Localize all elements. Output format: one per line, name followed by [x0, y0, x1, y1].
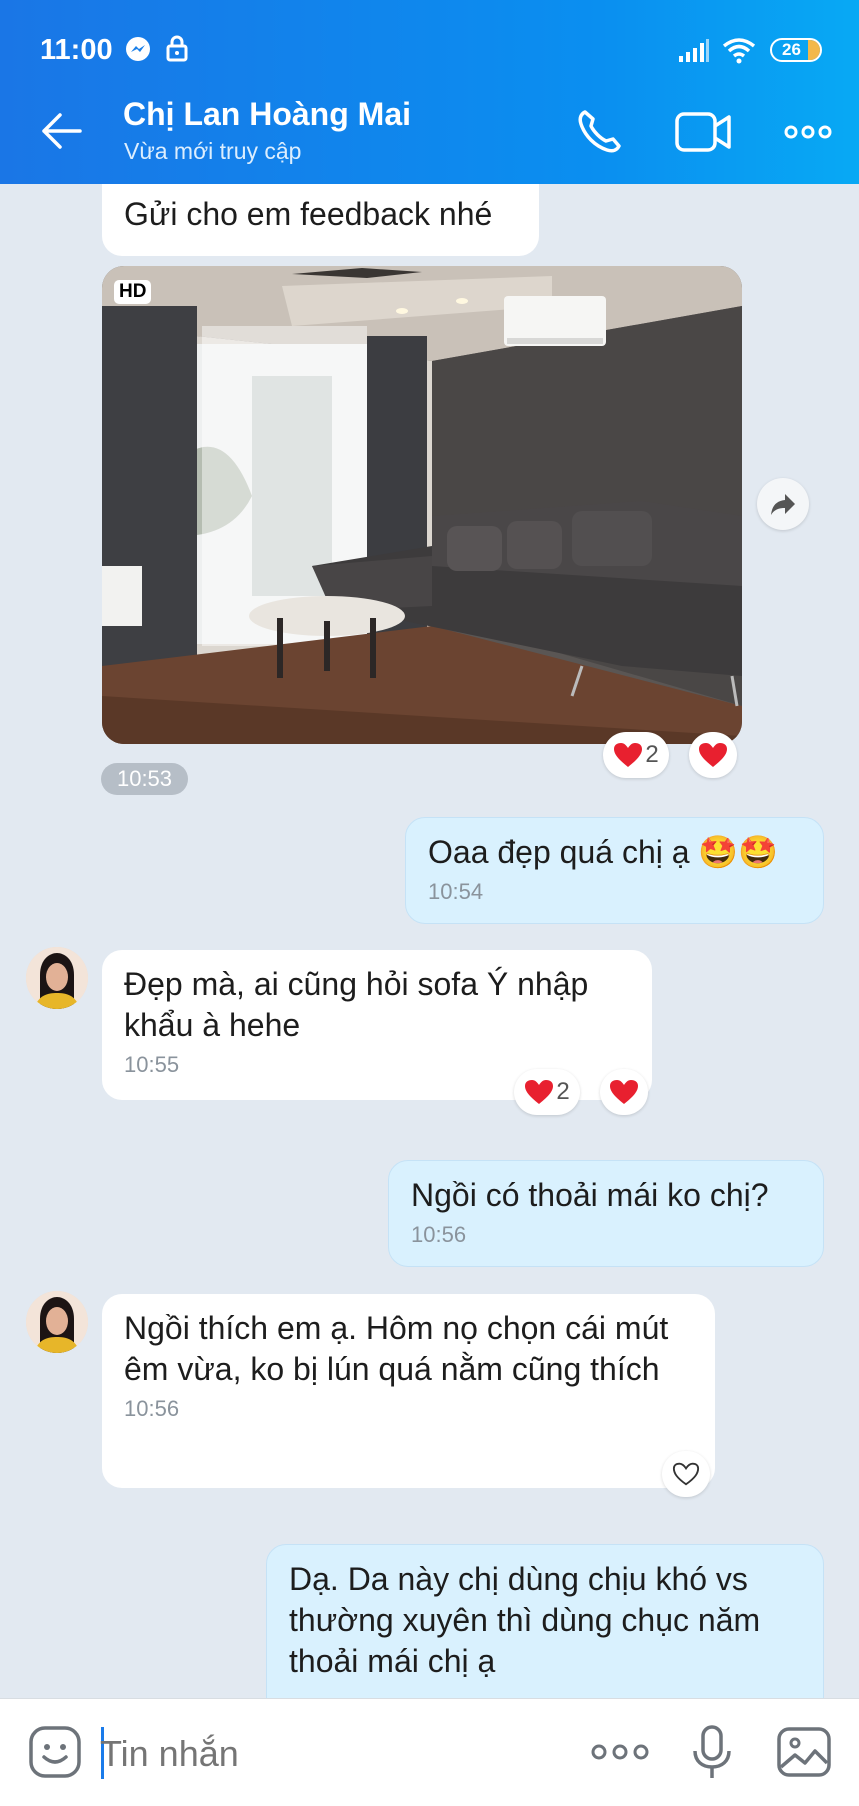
image-icon[interactable]	[775, 1723, 833, 1781]
avatar[interactable]	[26, 1291, 88, 1353]
reaction-summary[interactable]: 2	[603, 732, 669, 778]
outgoing-message[interactable]: Ngồi có thoải mái ko chị? 10:56	[388, 1160, 824, 1267]
signal-icon	[679, 39, 709, 62]
message-time: 10:54	[428, 879, 484, 904]
back-arrow-icon[interactable]	[36, 106, 86, 156]
heart-outline-icon	[672, 1462, 700, 1486]
sticker-icon[interactable]	[26, 1723, 84, 1781]
messenger-icon	[126, 37, 150, 61]
contact-name[interactable]: Chị Lan Hoàng Mai	[123, 96, 411, 133]
wifi-icon	[722, 38, 756, 64]
status-time: 11:00	[40, 34, 113, 66]
top-bar: 11:00 26 Chị Lan Hoàng Mai Vừa mới truy …	[0, 0, 859, 184]
presence-status: Vừa mới truy cập	[124, 138, 302, 164]
avatar[interactable]	[26, 947, 88, 1009]
message-text: Gửi cho em feedback nhé	[124, 196, 493, 232]
message-text: Dạ. Da này chị dùng chịu khó vs thường x…	[289, 1561, 761, 1679]
video-icon[interactable]	[674, 106, 734, 158]
photo-time: 10:53	[101, 763, 188, 795]
more-icon[interactable]	[784, 106, 832, 158]
living-room-photo	[102, 266, 742, 744]
message-text: Ngồi có thoải mái ko chị?	[411, 1177, 769, 1213]
message-text: Oaa đẹp quá chị ạ 🤩🤩	[428, 834, 779, 870]
composer-bar	[0, 1698, 859, 1806]
message-text: Đẹp mà, ai cũng hỏi sofa Ý nhập khẩu à h…	[124, 966, 589, 1043]
chat-header: Chị Lan Hoàng Mai Vừa mới truy cập	[0, 80, 859, 184]
share-icon	[771, 494, 795, 515]
heart-icon	[699, 743, 727, 767]
incoming-message[interactable]: Ngồi thích em ạ. Hôm nọ chọn cái mút êm …	[102, 1294, 715, 1488]
react-button[interactable]	[689, 732, 737, 778]
phone-icon[interactable]	[573, 106, 629, 158]
reaction-count: 2	[645, 741, 659, 768]
more-options-icon[interactable]	[589, 1723, 651, 1781]
battery-level: 26	[782, 40, 801, 59]
status-bar: 11:00 26	[0, 0, 859, 80]
photo-message[interactable]: HD	[102, 266, 742, 744]
share-button[interactable]	[757, 478, 809, 530]
react-button[interactable]	[662, 1451, 710, 1497]
incoming-message[interactable]: Gửi cho em feedback nhé	[102, 184, 539, 256]
reaction-count: 2	[556, 1078, 570, 1105]
lock-icon	[166, 35, 188, 62]
mic-icon[interactable]	[688, 1723, 736, 1781]
heart-icon	[610, 1080, 638, 1104]
chat-area[interactable]: Gửi cho em feedback nhé HD 2 10:53 Oaa đ…	[0, 184, 859, 1698]
heart-icon	[614, 743, 643, 767]
react-button[interactable]	[600, 1069, 648, 1115]
hd-badge: HD	[114, 280, 152, 304]
battery-icon: 26	[770, 38, 822, 62]
message-time: 10:56	[124, 1396, 180, 1421]
reaction-summary[interactable]: 2	[514, 1069, 580, 1115]
outgoing-message[interactable]: Oaa đẹp quá chị ạ 🤩🤩 10:54	[405, 817, 824, 924]
heart-icon	[525, 1080, 554, 1104]
message-time: 10:56	[411, 1222, 467, 1247]
message-text: Ngồi thích em ạ. Hôm nọ chọn cái mút êm …	[124, 1310, 669, 1387]
message-input[interactable]	[100, 1729, 540, 1779]
outgoing-message[interactable]: Dạ. Da này chị dùng chịu khó vs thường x…	[266, 1544, 824, 1698]
